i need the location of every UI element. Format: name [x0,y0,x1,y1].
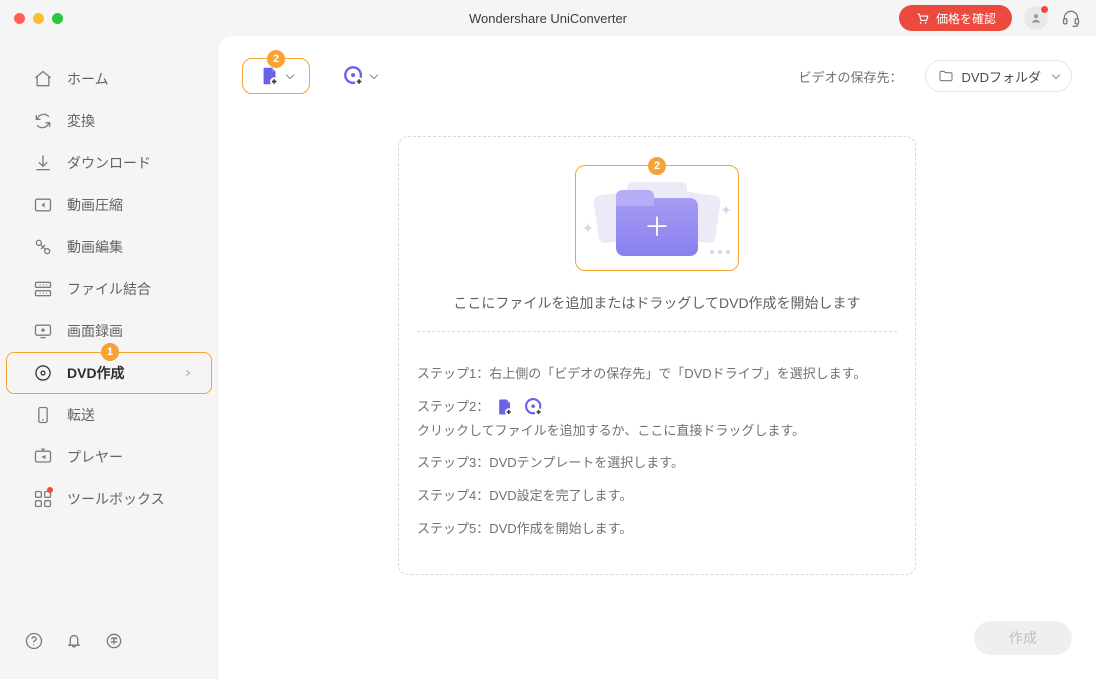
window-titlebar: Wondershare UniConverter 価格を確認 [0,0,1096,36]
sidebar-item-toolbox[interactable]: ツールボックス [6,478,212,520]
chevron-down-icon [1052,70,1060,78]
sidebar-item-compress[interactable]: 動画圧縮 [6,184,212,226]
sparkle-icon: ✦ [720,202,732,219]
sidebar-item-dvd[interactable]: DVD作成 1 [6,352,212,394]
folder-add-icon: ＋ [616,198,698,256]
compress-icon [33,195,53,215]
status-bar [0,619,218,665]
headset-icon [1061,8,1081,28]
dvd-icon [33,363,53,383]
sidebar: ホーム 変換 ダウンロード 動画圧縮 動画編集 ファイル結合 [0,36,218,679]
sidebar-item-label: 転送 [67,405,95,425]
sidebar-item-label: 動画編集 [67,237,123,257]
promo-button[interactable] [104,631,124,654]
drop-zone-title: ここにファイルを追加またはドラッグしてDVD作成を開始します [417,293,897,313]
sidebar-item-label: 画面録画 [67,321,123,341]
sidebar-item-label: 変換 [67,111,95,131]
callout-badge-2b: 2 [648,157,666,175]
convert-icon [33,111,53,131]
cart-icon [915,11,930,26]
record-icon [33,321,53,341]
sidebar-item-label: DVD作成 [67,363,125,383]
chevron-right-icon [183,365,193,381]
edit-icon [33,237,53,257]
step-5: ステップ5：DVD作成を開始します。 [417,519,897,540]
sidebar-item-convert[interactable]: 変換 [6,100,212,142]
sidebar-item-download[interactable]: ダウンロード [6,142,212,184]
transfer-icon [33,405,53,425]
add-disc-icon [524,397,544,417]
sidebar-item-label: ホーム [67,69,109,89]
drop-illustration: 2 ✦ ✦ ＋ [575,165,739,271]
callout-badge-2: 2 [267,50,285,68]
sparkle-icon: ✦ [582,220,594,237]
create-button[interactable]: 作成 [974,621,1072,655]
sidebar-item-label: 動画圧縮 [67,195,123,215]
chevron-down-icon [370,70,378,78]
notifications-button[interactable] [64,631,84,654]
step-4: ステップ4：DVD設定を完了します。 [417,486,897,507]
check-price-label: 価格を確認 [936,10,996,27]
sidebar-item-label: ダウンロード [67,153,151,173]
save-destination-select[interactable]: DVDフォルダ [925,60,1072,92]
support-button[interactable] [1060,7,1082,29]
chevron-down-icon [286,70,294,78]
sidebar-item-home[interactable]: ホーム [6,58,212,100]
sidebar-item-label: プレヤー [67,447,123,467]
step-3: ステップ3：DVDテンプレートを選択します。 [417,453,897,474]
toolbox-notification-dot [47,487,53,493]
sidebar-item-label: ファイル結合 [67,279,151,299]
step-1: ステップ1：右上側の「ビデオの保存先」で「DVDドライブ」を選択します。 [417,364,897,385]
drop-zone[interactable]: 2 ✦ ✦ ＋ ここにファイルを追加またはドラッグしてDVD作成を開始します [398,136,916,575]
toolbar: 2 ビデオの保存先： DVDフォルダ [242,58,1072,94]
home-icon [33,69,53,89]
account-avatar-button[interactable] [1024,6,1048,30]
add-file-icon [495,397,515,417]
help-button[interactable] [24,631,44,654]
merge-icon [33,279,53,299]
add-files-button[interactable]: 2 [242,58,310,94]
add-file-icon [259,65,281,87]
main-panel: 2 ビデオの保存先： DVDフォルダ 2 [218,36,1096,679]
instruction-steps: ステップ1：右上側の「ビデオの保存先」で「DVDドライブ」を選択します。 ステッ… [417,331,897,540]
callout-badge-1: 1 [101,343,119,361]
save-destination-label: ビデオの保存先： [799,67,903,86]
folder-icon [938,68,954,84]
sidebar-item-merge[interactable]: ファイル結合 [6,268,212,310]
check-price-button[interactable]: 価格を確認 [899,5,1012,31]
add-disc-icon [343,65,365,87]
add-disc-button[interactable] [326,58,394,94]
sidebar-item-transfer[interactable]: 転送 [6,394,212,436]
player-icon [33,447,53,467]
download-icon [33,153,53,173]
sidebar-item-label: ツールボックス [67,489,165,509]
account-notification-dot [1040,5,1049,14]
save-destination-value: DVDフォルダ [962,67,1041,86]
sidebar-item-player[interactable]: プレヤー [6,436,212,478]
sidebar-item-edit[interactable]: 動画編集 [6,226,212,268]
step-2: ステップ2： クリックしてファイルを追加するか、ここに直接ドラッグします。 [417,397,897,442]
